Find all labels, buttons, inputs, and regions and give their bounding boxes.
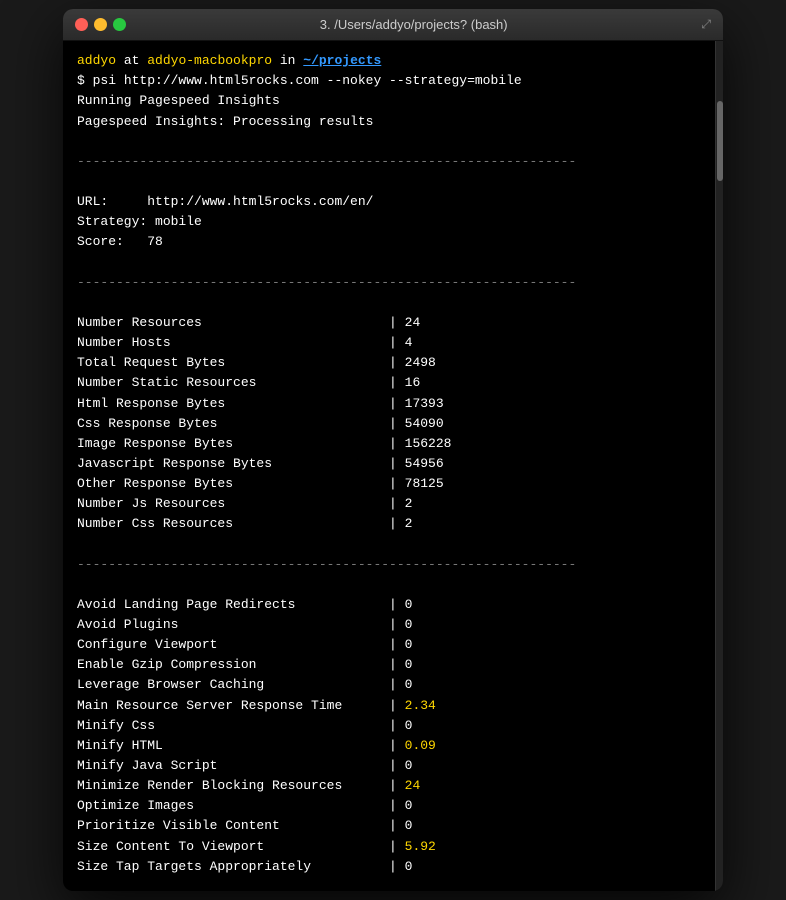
spacer6 [77,575,701,595]
separator2: ----------------------------------------… [77,273,701,293]
rules-section: Avoid Landing Page Redirects | 0Avoid Pl… [77,595,701,877]
stat-row: Javascript Response Bytes | 54956 [77,454,701,474]
rule-row: Minify Java Script | 0 [77,756,701,776]
stat-row: Total Request Bytes | 2498 [77,353,701,373]
stat-row: Css Response Bytes | 54090 [77,414,701,434]
maximize-button[interactable] [113,18,126,31]
command: psi http://www.html5rocks.com --nokey --… [93,73,522,88]
scrollbar[interactable] [715,41,723,891]
url-label: URL: [77,194,108,209]
spacer5 [77,534,701,554]
rule-row: Configure Viewport | 0 [77,635,701,655]
command-line: $ psi http://www.html5rocks.com --nokey … [77,71,701,91]
window-title: 3. /Users/addyo/projects? (bash) [134,17,693,32]
stat-row: Other Response Bytes | 78125 [77,474,701,494]
close-button[interactable] [75,18,88,31]
rule-row: Size Content To Viewport | 5.92 [77,837,701,857]
rule-row: Main Resource Server Response Time | 2.3… [77,696,701,716]
strategy-line: Strategy: mobile [77,212,701,232]
strategy-value: mobile [147,214,202,229]
minimize-button[interactable] [94,18,107,31]
terminal[interactable]: addyo at addyo-macbookpro in ~/projects … [63,41,715,891]
url-value: http://www.html5rocks.com/en/ [108,194,373,209]
titlebar: 3. /Users/addyo/projects? (bash) ⤢ [63,9,723,41]
score-label: Score: [77,234,124,249]
separator1: ----------------------------------------… [77,152,701,172]
stat-row: Number Static Resources | 16 [77,373,701,393]
expand-icon[interactable]: ⤢ [701,18,711,32]
strategy-label: Strategy: [77,214,147,229]
rule-row: Avoid Landing Page Redirects | 0 [77,595,701,615]
score-line: Score: 78 [77,232,701,252]
rule-row: Minify HTML | 0.09 [77,736,701,756]
spacer1 [77,132,701,152]
terminal-window: 3. /Users/addyo/projects? (bash) ⤢ addyo… [63,9,723,891]
rule-row: Size Tap Targets Appropriately | 0 [77,857,701,877]
prompt-at: at [116,53,147,68]
prompt-host: addyo-macbookpro [147,53,272,68]
prompt-dir: ~/projects [303,53,381,68]
stat-row: Html Response Bytes | 17393 [77,394,701,414]
score-value: 78 [124,234,163,249]
prompt-user: addyo [77,53,116,68]
prompt-line: addyo at addyo-macbookpro in ~/projects [77,51,701,71]
stat-row: Number Css Resources | 2 [77,514,701,534]
rule-row: Optimize Images | 0 [77,796,701,816]
url-line: URL: http://www.html5rocks.com/en/ [77,192,701,212]
output-line1: Running Pagespeed Insights [77,91,701,111]
stat-row: Image Response Bytes | 156228 [77,434,701,454]
rule-row: Enable Gzip Compression | 0 [77,655,701,675]
rule-row: Minify Css | 0 [77,716,701,736]
stat-row: Number Resources | 24 [77,313,701,333]
rule-row: Minimize Render Blocking Resources | 24 [77,776,701,796]
separator3: ----------------------------------------… [77,555,701,575]
stat-row: Number Hosts | 4 [77,333,701,353]
rule-row: Avoid Plugins | 0 [77,615,701,635]
traffic-lights [75,18,126,31]
output-line2: Pagespeed Insights: Processing results [77,112,701,132]
rule-row: Leverage Browser Caching | 0 [77,675,701,695]
spacer4 [77,293,701,313]
stats-section: Number Resources | 24Number Hosts | 4Tot… [77,313,701,535]
stat-row: Number Js Resources | 2 [77,494,701,514]
dollar: $ [77,73,93,88]
scrollbar-thumb[interactable] [717,101,723,181]
rule-row: Prioritize Visible Content | 0 [77,816,701,836]
prompt-in: in [272,53,303,68]
spacer3 [77,253,701,273]
spacer2 [77,172,701,192]
terminal-wrapper: addyo at addyo-macbookpro in ~/projects … [63,41,723,891]
